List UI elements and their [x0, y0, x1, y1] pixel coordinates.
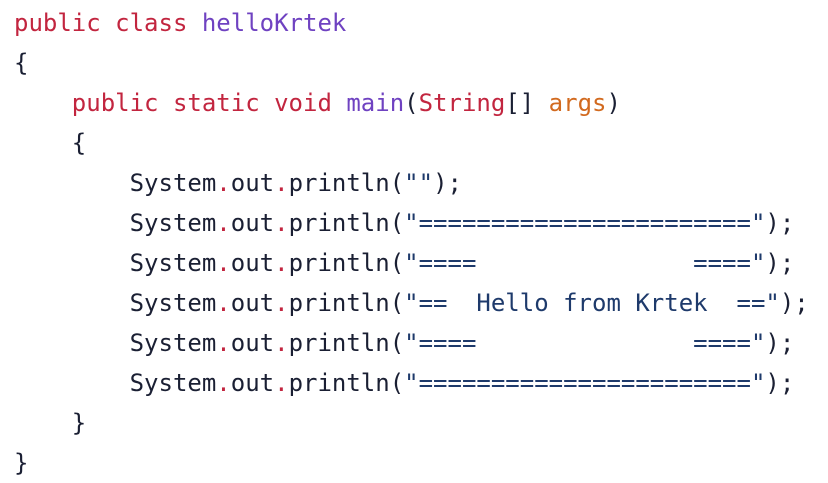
code-token-plain: ); [765, 249, 795, 277]
code-token-plain: ); [765, 369, 795, 397]
code-token-method: main [346, 89, 405, 117]
code-token-param: args [548, 89, 607, 117]
code-line: System.out.println("====================… [14, 203, 809, 243]
code-token-plain: ); [765, 329, 795, 357]
code-line: } [14, 403, 809, 443]
code-token-punct: [] [505, 89, 549, 117]
code-line: System.out.println(""); [14, 163, 809, 203]
code-token-dot: . [216, 329, 231, 357]
code-token-plain: println( [288, 249, 405, 277]
code-token-dot: . [274, 209, 289, 237]
code-token-string: "" [404, 169, 434, 197]
code-token-plain: println( [288, 369, 405, 397]
code-token-dot: . [216, 249, 231, 277]
code-token-plain: println( [288, 289, 405, 317]
code-token-plain: out [230, 249, 275, 277]
code-token-punct: { [14, 49, 29, 77]
code-token-dot: . [216, 169, 231, 197]
code-token-dot: . [216, 289, 231, 317]
code-token-string: "== Hello from Krtek ==" [404, 289, 780, 317]
code-line: { [14, 43, 809, 83]
code-token-dot: . [274, 169, 289, 197]
code-token-plain: println( [288, 169, 405, 197]
code-token-plain: println( [288, 329, 405, 357]
code-token-plain: println( [288, 209, 405, 237]
code-token-punct: ( [404, 89, 419, 117]
code-token-punct: ) [606, 89, 621, 117]
code-token-dot: . [216, 369, 231, 397]
code-token-plain: System [14, 369, 217, 397]
code-token-plain: System [14, 169, 217, 197]
code-token-keyword: public [14, 9, 101, 37]
code-view: public class helloKrtek { public static v… [0, 0, 828, 478]
code-token-plain: System [14, 249, 217, 277]
code-token-dot: . [274, 289, 289, 317]
code-token-punct: } [14, 449, 29, 477]
code-token-plain: ); [433, 169, 462, 197]
code-line: System.out.println("== Hello from Krtek … [14, 283, 809, 323]
code-line: public class helloKrtek [14, 3, 809, 43]
code-token-punct: { [71, 129, 87, 157]
code-token-plain: System [14, 329, 217, 357]
code-token-dot: . [216, 209, 231, 237]
code-token-punct: } [71, 409, 87, 437]
code-token-string: "==== ====" [404, 249, 766, 277]
code-token-dot: . [274, 369, 289, 397]
code-token-string: "==== ====" [404, 329, 766, 357]
code-block[interactable]: public class helloKrtek { public static v… [14, 3, 809, 483]
code-token-plain: out [230, 289, 275, 317]
code-token-plain: out [230, 169, 275, 197]
code-token-string: "=======================" [404, 209, 766, 237]
code-token-plain: ); [765, 209, 795, 237]
code-token-plain: out [230, 209, 275, 237]
code-token-keyword: public [71, 89, 159, 117]
code-line: System.out.println("==== ===="); [14, 243, 809, 283]
code-line: } [14, 443, 809, 483]
code-token-type: String [418, 89, 506, 117]
code-token-plain: System [14, 289, 217, 317]
code-line: System.out.println("====================… [14, 363, 809, 403]
code-token-plain: out [230, 329, 275, 357]
code-token-dot: . [274, 249, 289, 277]
code-token-classname: helloKrtek [201, 9, 347, 37]
code-token-dot: . [274, 329, 289, 357]
code-token-plain: out [230, 369, 275, 397]
code-token-string: "=======================" [404, 369, 766, 397]
code-token-keyword: void [274, 89, 332, 117]
code-token-plain: System [14, 209, 217, 237]
code-line: System.out.println("==== ===="); [14, 323, 809, 363]
code-line: { [14, 123, 809, 163]
code-token-plain: ); [779, 289, 809, 317]
code-token-keyword: class [115, 9, 188, 37]
code-token-keyword: static [172, 89, 260, 117]
code-line: public static void main(String[] args) [14, 83, 809, 123]
